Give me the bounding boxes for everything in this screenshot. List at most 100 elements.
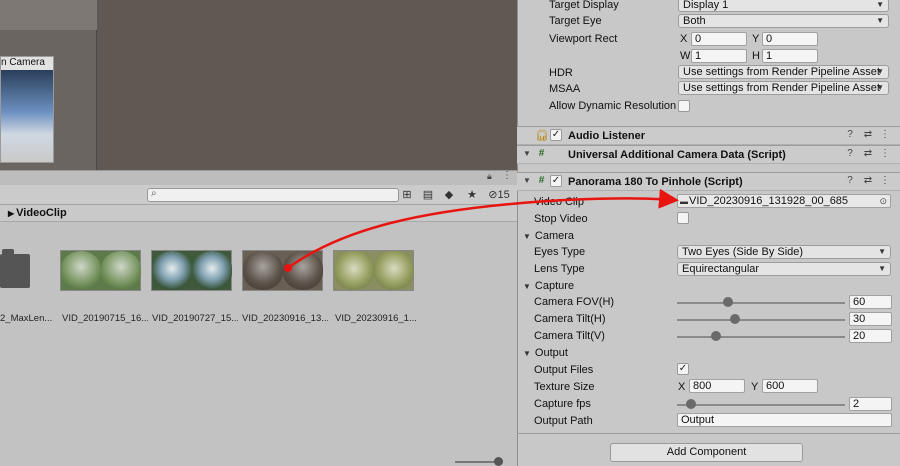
universal-camera-data-header[interactable]: ▼ # Universal Additional Camera Data (Sc… [517, 145, 900, 164]
allow-dynamic-resolution-checkbox[interactable] [678, 100, 690, 112]
output-files-checkbox[interactable]: ✓ [677, 363, 689, 375]
filter-by-type-icon[interactable]: ▤ [419, 187, 437, 203]
help-icon[interactable]: ? [843, 148, 857, 159]
audio-listener-header[interactable]: 🎧︎ ✓ Audio Listener ? ⇄ ⋮ [517, 126, 900, 145]
add-component-button[interactable]: Add Component [610, 443, 803, 462]
asset-label[interactable]: VID_20190727_15... [152, 313, 238, 324]
breadcrumb-folder[interactable]: VideoClip [16, 207, 67, 219]
camera-tilt-h-field[interactable]: 30 [849, 312, 892, 326]
target-eye-dropdown[interactable]: Both ▼ [678, 14, 889, 28]
icon-size-slider-handle[interactable] [494, 457, 503, 466]
capture-section-foldout[interactable]: ▼ Capture [523, 280, 574, 292]
asset-label[interactable]: VID_20190715_16... [62, 313, 148, 324]
viewport-y-field[interactable]: 0 [762, 32, 818, 46]
output-path-field[interactable]: Output [677, 413, 892, 427]
breadcrumb-arrow-icon: ▶ [8, 209, 15, 218]
capture-fps-slider[interactable] [677, 404, 845, 406]
chevron-down-icon: ▼ [876, 16, 884, 25]
allow-dynamic-resolution-label: Allow Dynamic Resolution [549, 100, 677, 112]
asset-label[interactable]: 2_MaxLen... [0, 313, 56, 324]
expand-arrow-icon: ▼ [523, 232, 531, 241]
viewport-h-field[interactable]: 1 [762, 49, 818, 63]
camera-section-foldout[interactable]: ▼ Camera [523, 230, 574, 242]
camera-fov-slider[interactable] [677, 302, 845, 304]
viewport-w-field[interactable]: 1 [691, 49, 747, 63]
more-menu-icon[interactable]: ⋮ [878, 175, 892, 186]
lock-icon[interactable]: 🔒︎ [487, 171, 492, 182]
output-section-foldout[interactable]: ▼ Output [523, 347, 568, 359]
panorama-enabled-checkbox[interactable]: ✓ [550, 175, 562, 187]
camera-fov-field[interactable]: 60 [849, 295, 892, 309]
headphones-icon: 🎧︎ [535, 130, 549, 142]
capture-fps-slider-handle[interactable] [686, 399, 696, 409]
search-input[interactable]: ⌕ [147, 188, 399, 202]
output-path-label: Output Path [534, 415, 593, 427]
camera-preview-title: n Camera [1, 57, 53, 70]
hdr-dropdown[interactable]: Use settings from Render Pipeline Asset ▼ [678, 65, 889, 79]
hdr-value: Use settings from Render Pipeline Asset [683, 66, 880, 78]
asset-label[interactable]: VID_20230916_13... [242, 313, 328, 324]
expand-arrow-icon: ▼ [523, 349, 531, 358]
eyes-type-value: Two Eyes (Side By Side) [682, 246, 804, 258]
object-picker-icon[interactable]: ⊙ [879, 195, 887, 207]
capture-fps-field[interactable]: 2 [849, 397, 892, 411]
msaa-value: Use settings from Render Pipeline Asset [683, 82, 880, 94]
script-icon: # [538, 175, 545, 186]
presets-icon[interactable]: ⇄ [861, 129, 875, 140]
video-thumbnail[interactable] [333, 250, 414, 291]
hidden-count: 15 [497, 189, 510, 201]
video-thumbnail[interactable] [242, 250, 323, 291]
more-menu-icon[interactable]: ⋮ [878, 129, 892, 140]
camera-fov-label: Camera FOV(H) [534, 296, 615, 308]
more-menu-icon[interactable]: ⋮ [502, 170, 512, 181]
video-thumbnail[interactable] [151, 250, 232, 291]
camera-tilt-h-slider[interactable] [677, 319, 845, 321]
stop-video-checkbox[interactable] [677, 212, 689, 224]
viewport-x-field[interactable]: 0 [691, 32, 747, 46]
video-thumbnail[interactable] [60, 250, 141, 291]
output-files-label: Output Files [534, 364, 594, 376]
hidden-packages-toggle[interactable]: ⊘15 [484, 187, 514, 203]
help-icon[interactable]: ? [843, 175, 857, 186]
folder-icon[interactable] [0, 249, 30, 288]
asset-label[interactable]: VID_20230916_1... [335, 313, 421, 324]
viewport-w-label: W [680, 50, 691, 62]
stop-video-label: Stop Video [534, 213, 588, 225]
presets-icon[interactable]: ⇄ [861, 175, 875, 186]
camera-tilt-h-slider-handle[interactable] [730, 314, 740, 324]
camera-tilt-h-label: Camera Tilt(H) [534, 313, 606, 325]
more-menu-icon[interactable]: ⋮ [878, 148, 892, 159]
msaa-dropdown[interactable]: Use settings from Render Pipeline Asset ▼ [678, 81, 889, 95]
universal-camera-data-title: Universal Additional Camera Data (Script… [568, 149, 786, 161]
texture-y-field[interactable]: 600 [762, 379, 818, 393]
target-display-dropdown[interactable]: Display 1 ▼ [678, 0, 889, 12]
favorite-star-icon[interactable]: ★ [463, 187, 481, 203]
help-icon[interactable]: ? [843, 129, 857, 140]
presets-icon[interactable]: ⇄ [861, 148, 875, 159]
viewport-y-label: Y [752, 33, 760, 45]
capture-section-label: Capture [534, 280, 575, 292]
video-clip-value: VID_20230916_131928_00_685 [689, 195, 849, 207]
target-display-value: Display 1 [683, 0, 729, 11]
texture-x-label: X [678, 381, 686, 393]
panorama-component-header[interactable]: ▼ # ✓ Panorama 180 To Pinhole (Script) ?… [517, 172, 900, 191]
camera-fov-slider-handle[interactable] [723, 297, 733, 307]
eyes-type-dropdown[interactable]: Two Eyes (Side By Side) ▼ [677, 245, 891, 259]
camera-tilt-v-slider-handle[interactable] [711, 331, 721, 341]
panorama-title: Panorama 180 To Pinhole (Script) [568, 176, 743, 188]
camera-tilt-v-field[interactable]: 20 [849, 329, 892, 343]
video-clip-object-field[interactable]: ▬VID_20230916_131928_00_685 ⊙ [677, 194, 891, 208]
inspector-divider [517, 433, 900, 434]
expand-arrow-icon[interactable]: ▼ [523, 176, 531, 185]
audio-listener-enabled-checkbox[interactable]: ✓ [550, 129, 562, 141]
texture-x-field[interactable]: 800 [689, 379, 745, 393]
expand-arrow-icon[interactable]: ▼ [523, 149, 531, 158]
video-clip-icon: ▬ [680, 197, 688, 206]
lens-type-label: Lens Type [534, 263, 585, 275]
lens-type-dropdown[interactable]: Equirectangular ▼ [677, 262, 891, 276]
search-by-type-icon[interactable]: ⊞ [398, 187, 416, 203]
camera-tilt-v-slider[interactable] [677, 336, 845, 338]
video-clip-label: Video Clip [534, 196, 584, 208]
filter-by-label-icon[interactable]: ◆ [440, 187, 458, 203]
breadcrumb: ▶ VideoClip [0, 205, 517, 222]
